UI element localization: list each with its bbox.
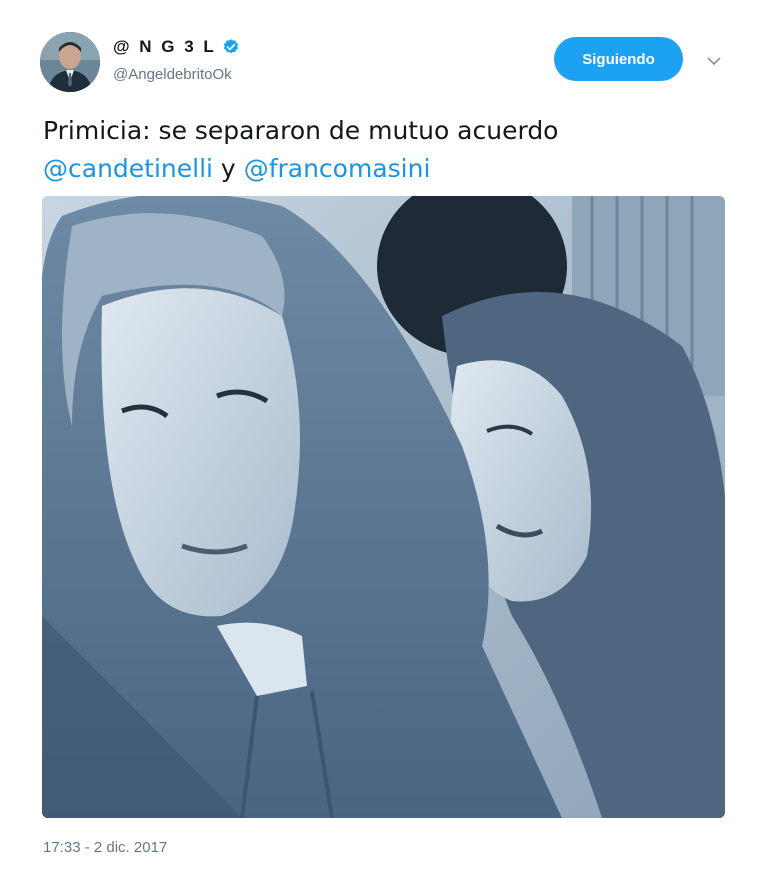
verified-badge-icon (224, 39, 239, 54)
tweet-timestamp[interactable]: 17:33 - 2 dic. 2017 (43, 839, 167, 856)
following-button[interactable]: Siguiendo (554, 37, 683, 81)
tweet-text-intro: Primicia: se separaron de mutuo acuerdo (43, 116, 559, 145)
avatar[interactable] (40, 32, 100, 92)
tweet-photo[interactable] (42, 196, 725, 818)
author-handle[interactable]: @AngeldebritoOk (113, 66, 232, 83)
tweet-card: @ N G 3 L @AngeldebritoOk Siguiendo Prim… (0, 0, 767, 870)
tweet-text-conjunction: y (212, 154, 244, 183)
mention-link-candetinelli[interactable]: @candetinelli (43, 154, 213, 183)
tweet-text: Primicia: se separaron de mutuo acuerdo … (43, 112, 733, 188)
avatar-photo (40, 32, 100, 92)
display-name[interactable]: @ N G 3 L (113, 37, 216, 57)
mention-link-francomasini[interactable]: @francomasini (244, 154, 431, 183)
author-name-row[interactable]: @ N G 3 L (113, 37, 240, 57)
chevron-down-icon (707, 57, 721, 65)
more-options-button[interactable] (703, 50, 725, 72)
photo-image (42, 196, 725, 818)
